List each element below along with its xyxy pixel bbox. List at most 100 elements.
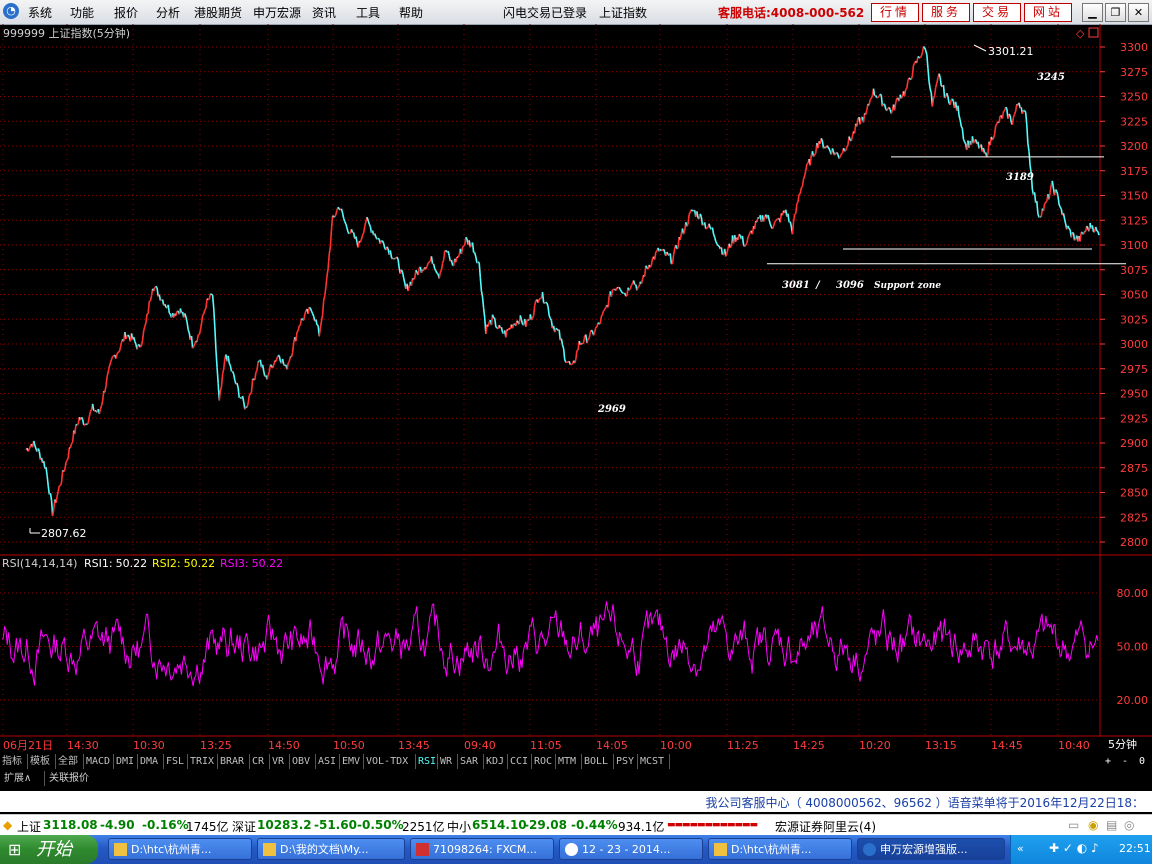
- price-segment: [367, 220, 370, 225]
- task-explorer-2[interactable]: D:\我的文档\My...: [257, 838, 405, 860]
- tab-指标[interactable]: 指标: [2, 754, 22, 769]
- price-segment: [927, 68, 930, 82]
- price-segment: [881, 103, 885, 107]
- task-browser[interactable]: 12 - 23 - 2014...: [559, 838, 703, 860]
- tab-kdj[interactable]: KDJ: [486, 754, 504, 769]
- price-segment: [936, 77, 939, 84]
- tab-rsi[interactable]: RSI: [418, 754, 436, 769]
- price-segment: [645, 265, 648, 269]
- status-icon-1[interactable]: ▭: [1068, 818, 1079, 832]
- app-logo-icon[interactable]: ◔: [3, 3, 19, 19]
- tab-brar[interactable]: BRAR: [220, 754, 244, 769]
- x-tick-label: 09:40: [464, 739, 496, 752]
- restore-icon[interactable]: ❐: [1105, 3, 1126, 22]
- tab-dma[interactable]: DMA: [140, 754, 158, 769]
- price-segment: [1021, 110, 1025, 114]
- menu-news[interactable]: 资讯: [312, 4, 336, 21]
- start-button[interactable]: ⊞ 开始: [0, 835, 98, 864]
- tray-expand-icon[interactable]: «: [1017, 842, 1024, 855]
- tab-expand[interactable]: 扩展∧: [4, 771, 31, 786]
- price-segment: [607, 296, 610, 308]
- price-segment: [60, 470, 64, 483]
- tab-emv[interactable]: EMV: [342, 754, 360, 769]
- tab-control-1[interactable]: -: [1122, 754, 1128, 769]
- sz-name[interactable]: 深证: [232, 818, 256, 835]
- task-explorer-3[interactable]: D:\htc\杭州青...: [708, 838, 852, 860]
- task-swhy-active[interactable]: 申万宏源增强版...: [857, 838, 1005, 860]
- menu-hk-futures[interactable]: 港股期货: [194, 4, 242, 21]
- quote-button[interactable]: 行情: [871, 3, 919, 22]
- status-icon-3[interactable]: ▤: [1106, 818, 1117, 832]
- chart-maximize-icon[interactable]: [1088, 27, 1099, 38]
- price-segment: [919, 55, 922, 59]
- price-segment: [533, 300, 537, 306]
- tab-全部[interactable]: 全部: [58, 754, 78, 769]
- price-segment: [248, 393, 252, 397]
- zx-name[interactable]: 中小: [447, 818, 471, 835]
- menu-help[interactable]: 帮助: [399, 4, 423, 21]
- tab-vol-tdx[interactable]: VOL-TDX: [366, 754, 408, 769]
- tab-psy[interactable]: PSY: [616, 754, 634, 769]
- tab-control-0[interactable]: +: [1105, 754, 1111, 769]
- chart-toggle-icon[interactable]: ◇: [1076, 27, 1085, 40]
- tab-cr[interactable]: CR: [252, 754, 264, 769]
- tab-模板[interactable]: 模板: [30, 754, 50, 769]
- price-segment: [796, 201, 799, 205]
- menu-function[interactable]: 功能: [70, 4, 94, 21]
- tray-apps-icon[interactable]: ✚ ✓ ◐ ♪: [1049, 841, 1099, 855]
- menu-swhy[interactable]: 申万宏源: [253, 4, 301, 21]
- broker-server[interactable]: 宏源证券阿里云(4): [775, 818, 876, 835]
- price-segment: [115, 353, 118, 359]
- task-fxcm[interactable]: 71098264: FXCM...: [410, 838, 554, 860]
- status-icon-2[interactable]: ◉: [1088, 818, 1098, 832]
- trade-button[interactable]: 交易: [973, 3, 1021, 22]
- price-segment: [772, 221, 776, 227]
- tab-trix[interactable]: TRIX: [190, 754, 214, 769]
- tab-cci[interactable]: CCI: [510, 754, 528, 769]
- price-segment: [66, 457, 69, 461]
- price-segment: [254, 372, 257, 381]
- website-button[interactable]: 网站: [1024, 3, 1072, 22]
- tab-asi[interactable]: ASI: [318, 754, 336, 769]
- folder-icon: [263, 843, 276, 856]
- price-segment: [362, 225, 366, 234]
- tab-obv[interactable]: OBV: [292, 754, 310, 769]
- tab-mtm[interactable]: MTM: [558, 754, 576, 769]
- sh-change: -4.90: [100, 818, 135, 832]
- price-segment: [266, 375, 269, 380]
- status-icon-4[interactable]: ◎: [1124, 818, 1134, 832]
- tab-boll[interactable]: BOLL: [584, 754, 608, 769]
- tab-vr[interactable]: VR: [272, 754, 284, 769]
- menu-analysis[interactable]: 分析: [156, 4, 180, 21]
- alert-icon[interactable]: ◆: [3, 818, 12, 832]
- period-label[interactable]: 5分钟: [1108, 737, 1137, 751]
- tab-related-quotes[interactable]: 关联报价: [49, 771, 89, 786]
- tab-sar[interactable]: SAR: [460, 754, 478, 769]
- tab-macd[interactable]: MACD: [86, 754, 110, 769]
- tab-wr[interactable]: WR: [440, 754, 452, 769]
- price-segment: [491, 314, 495, 319]
- price-segment: [628, 288, 631, 291]
- price-segment: [465, 236, 468, 240]
- tab-fsl[interactable]: FSL: [166, 754, 184, 769]
- chart-area[interactable]: 3300 3275 3250 3225 3200 3175 3150 3125 3100 3075…: [0, 24, 1152, 753]
- menu-tools[interactable]: 工具: [356, 4, 380, 21]
- minimize-icon[interactable]: ▁: [1082, 3, 1103, 22]
- price-segment: [729, 245, 733, 249]
- tab-dmi[interactable]: DMI: [116, 754, 134, 769]
- price-segment: [288, 356, 292, 362]
- tab-roc[interactable]: ROC: [534, 754, 552, 769]
- tab-control-2[interactable]: 0: [1139, 754, 1145, 769]
- sh-name[interactable]: 上证: [17, 818, 41, 835]
- service-button[interactable]: 服务: [922, 3, 970, 22]
- task-explorer-1[interactable]: D:\htc\杭州青...: [108, 838, 252, 860]
- close-icon[interactable]: ✕: [1128, 3, 1149, 22]
- price-segment: [848, 136, 851, 141]
- price-segment: [1062, 213, 1066, 220]
- menu-system[interactable]: 系统: [28, 4, 52, 21]
- price-segment: [478, 262, 482, 278]
- price-segment: [232, 374, 236, 381]
- tab-mcst[interactable]: MCST: [640, 754, 664, 769]
- tab-separator: [339, 754, 340, 769]
- menu-quote[interactable]: 报价: [114, 4, 138, 21]
